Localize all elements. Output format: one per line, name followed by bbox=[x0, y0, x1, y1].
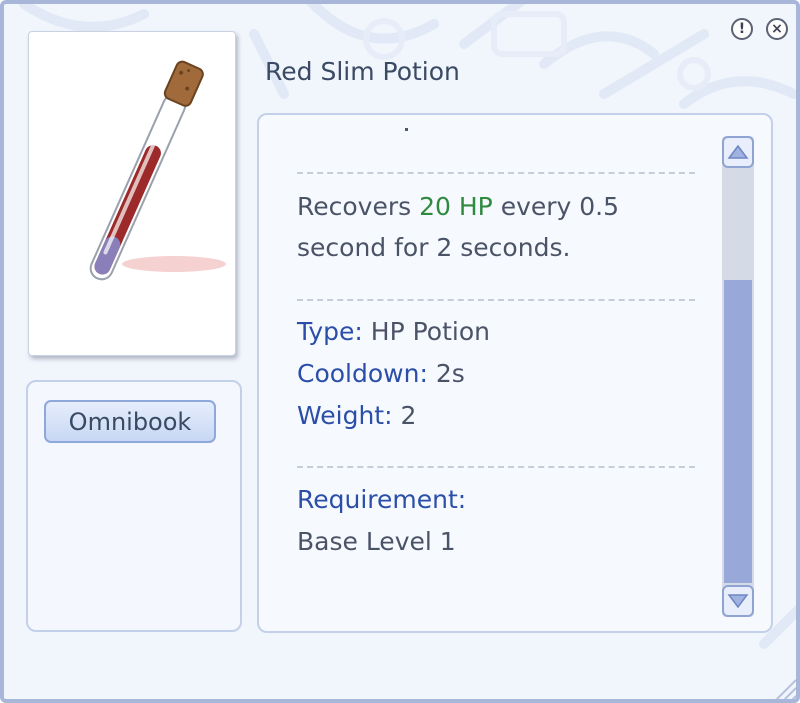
type-value: HP Potion bbox=[362, 317, 490, 346]
separator bbox=[297, 299, 695, 301]
exclamation-icon: ! bbox=[738, 21, 746, 37]
type-row: Type: HP Potion bbox=[297, 317, 490, 346]
cooldown-label: Cooldown: bbox=[297, 359, 428, 388]
cooldown-row: Cooldown: 2s bbox=[297, 359, 465, 388]
cooldown-value: 2s bbox=[427, 359, 465, 388]
separator bbox=[297, 172, 695, 174]
type-label: Type: bbox=[297, 317, 363, 346]
scroll-up-button[interactable] bbox=[722, 136, 754, 168]
item-info-window: ! × Omnibook Red Slim Potion Recovers 20… bbox=[0, 0, 800, 703]
triangle-up-icon bbox=[727, 144, 749, 159]
item-name: Red Slim Potion bbox=[265, 57, 460, 86]
weight-label: Weight: bbox=[297, 401, 393, 430]
item-image-card bbox=[28, 31, 236, 356]
decorative-dot bbox=[405, 128, 408, 131]
close-button[interactable]: × bbox=[766, 18, 788, 40]
effect-highlight: 20 HP bbox=[419, 192, 493, 221]
requirement-label: Requirement: bbox=[297, 485, 467, 514]
red-slim-potion-icon bbox=[89, 60, 226, 281]
weight-value: 2 bbox=[392, 401, 417, 430]
scrollbar-thumb[interactable] bbox=[724, 280, 752, 583]
close-icon: × bbox=[771, 21, 783, 37]
weight-row: Weight: 2 bbox=[297, 401, 416, 430]
separator bbox=[297, 466, 695, 468]
effect-prefix: Recovers bbox=[297, 192, 420, 221]
requirement-value: Base Level 1 bbox=[297, 527, 456, 556]
effect-line-1: Recovers 20 HP every 0.5 bbox=[297, 192, 619, 221]
resize-grip-icon[interactable] bbox=[768, 672, 798, 702]
effect-suffix: every 0.5 bbox=[492, 192, 620, 221]
effect-line-2: second for 2 seconds. bbox=[297, 233, 571, 262]
info-button[interactable]: ! bbox=[731, 18, 753, 40]
triangle-down-icon bbox=[727, 594, 749, 609]
omnibook-button[interactable]: Omnibook bbox=[44, 400, 216, 443]
scroll-down-button[interactable] bbox=[722, 585, 754, 617]
